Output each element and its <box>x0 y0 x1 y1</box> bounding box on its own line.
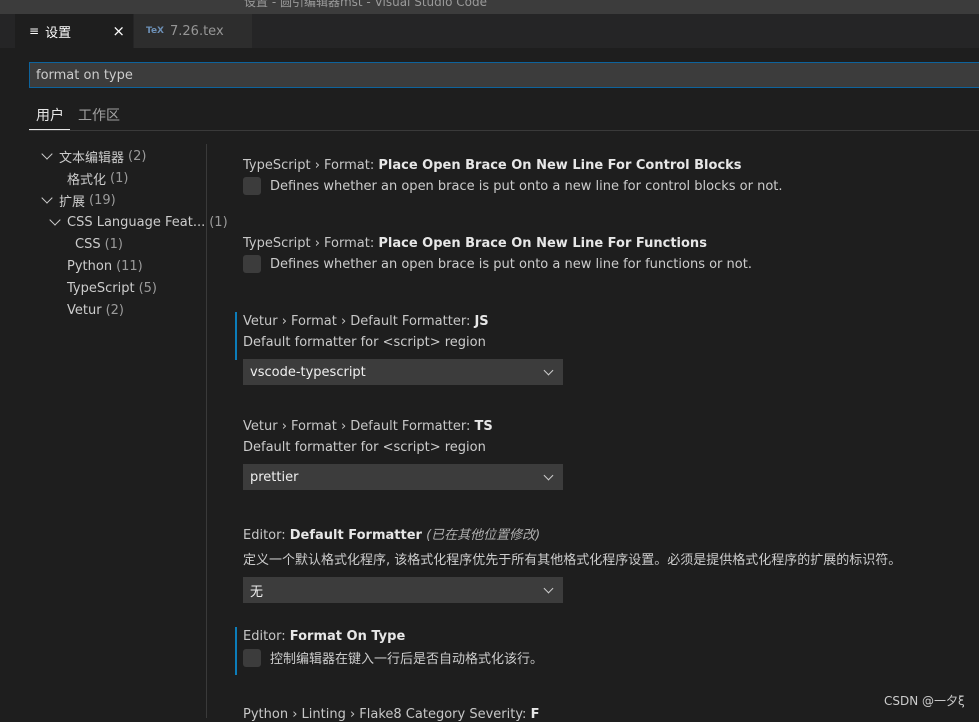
setting-editor-format-on-type: Editor: Format On Type 控制编辑器在键入一行后是否自动格式… <box>235 627 963 675</box>
title-bar: 设置 - 圆引编辑器mst - Visual Studio Code <box>0 0 979 14</box>
setting-ts-brace-control-blocks: TypeScript › Format: Place Open Brace On… <box>243 158 963 195</box>
chevron-down-icon <box>41 148 53 160</box>
close-icon[interactable]: × <box>112 22 125 40</box>
chevron-down-icon <box>543 583 554 594</box>
setting-checkbox-row: Defines whether an open brace is put ont… <box>243 177 963 195</box>
settings-search-box <box>29 62 979 88</box>
toc-item-text-editor[interactable]: 文本编辑器 (2) <box>41 145 147 167</box>
setting-editor-default-formatter: Editor: Default Formatter (已在其他位置修改) 定义一… <box>243 524 963 603</box>
toc-item-label: TypeScript <box>67 280 135 296</box>
setting-description: 控制编辑器在键入一行后是否自动格式化该行。 <box>270 652 544 667</box>
toc-item-label: Vetur <box>67 302 102 318</box>
toc-item-label: 扩展 <box>59 194 86 210</box>
settings-list-icon: ≡ <box>29 24 40 38</box>
chevron-down-icon <box>41 192 53 204</box>
toc-item-count: (11) <box>116 258 143 274</box>
setting-title: Editor: Default Formatter (已在其他位置修改) <box>243 524 963 543</box>
setting-title: Vetur › Format › Default Formatter: JS <box>243 314 963 329</box>
setting-checkbox-row: Defines whether an open brace is put ont… <box>243 255 963 273</box>
toc-item-extensions[interactable]: 扩展 (19) <box>41 189 116 211</box>
setting-checkbox-row: 控制编辑器在键入一行后是否自动格式化该行。 <box>243 648 963 667</box>
setting-name: JS <box>474 314 489 329</box>
setting-category: TypeScript › Format: <box>243 236 379 251</box>
toc-item-formatting[interactable]: 格式化 (1) <box>67 167 128 189</box>
setting-modified-note[interactable]: (已在其他位置修改) <box>426 528 540 543</box>
setting-category: TypeScript › Format: <box>243 158 379 173</box>
toc-item-css[interactable]: CSS (1) <box>75 233 123 255</box>
tab-tex-file-label: 7.26.tex <box>170 23 224 39</box>
setting-title: Vetur › Format › Default Formatter: TS <box>243 419 963 434</box>
tab-settings[interactable]: ≡ 设置 × <box>15 14 133 48</box>
setting-description: 定义一个默认格式化程序, 该格式化程序优先于所有其他格式化程序设置。必须是提供格… <box>243 553 902 568</box>
toc-item-count: (2) <box>105 302 124 318</box>
watermark: CSDN @一夕ξ <box>884 694 965 708</box>
editor-tab-bar: ≡ 设置 × TeX 7.26.tex <box>0 14 979 48</box>
select-value: prettier <box>250 469 299 485</box>
setting-select[interactable]: 无 <box>243 577 563 603</box>
window-title: 设置 - 圆引编辑器mst - Visual Studio Code <box>244 0 487 9</box>
toc-item-count: (5) <box>138 280 157 296</box>
settings-search-input[interactable] <box>30 63 979 87</box>
setting-checkbox[interactable] <box>243 255 261 273</box>
chevron-down-icon <box>49 214 61 226</box>
setting-python-flake8-severity: Python › Linting › Flake8 Category Sever… <box>243 707 963 722</box>
select-value: vscode-typescript <box>250 364 366 380</box>
setting-name: F <box>530 707 540 722</box>
toc-divider <box>206 144 207 718</box>
select-value: 无 <box>250 584 264 600</box>
setting-description: Default formatter for <script> region <box>243 335 486 350</box>
toc-item-label: 格式化 <box>67 172 107 188</box>
toc-item-python[interactable]: Python (11) <box>67 255 143 277</box>
toc-item-label: CSS Language Feat... <box>67 214 206 230</box>
toc-item-label: Python <box>67 258 113 274</box>
setting-title: TypeScript › Format: Place Open Brace On… <box>243 158 963 173</box>
setting-ts-brace-functions: TypeScript › Format: Place Open Brace On… <box>243 236 963 273</box>
setting-name: Default Formatter <box>289 528 422 543</box>
setting-checkbox[interactable] <box>243 648 261 667</box>
setting-vetur-default-formatter-ts: Vetur › Format › Default Formatter: TS D… <box>243 419 963 490</box>
tab-user[interactable]: 用户 <box>29 100 70 130</box>
chevron-down-icon <box>543 470 554 481</box>
setting-title: TypeScript › Format: Place Open Brace On… <box>243 236 963 251</box>
setting-description: Default formatter for <script> region <box>243 440 486 455</box>
chevron-down-icon <box>543 365 554 376</box>
toc-item-count: (1) <box>104 236 124 252</box>
setting-category: Vetur › Format › Default Formatter: <box>243 419 475 434</box>
setting-description: Defines whether an open brace is put ont… <box>270 178 783 194</box>
toc-item-count: (1) <box>209 214 228 230</box>
setting-title: Editor: Format On Type <box>243 629 963 644</box>
setting-category: Python › Linting › Flake8 Category Sever… <box>243 707 531 722</box>
setting-vetur-default-formatter-js: Vetur › Format › Default Formatter: JS D… <box>235 312 963 385</box>
tex-file-icon: TeX <box>146 26 164 36</box>
toc-item-count: (1) <box>110 170 129 186</box>
tab-settings-label: 设置 <box>45 25 72 41</box>
toc-item-count: (2) <box>128 148 147 164</box>
setting-name: Place Open Brace On New Line For Control… <box>378 158 742 173</box>
setting-checkbox[interactable] <box>243 177 261 195</box>
setting-description: Defines whether an open brace is put ont… <box>270 256 752 272</box>
toc-item-count: (19) <box>89 192 116 208</box>
setting-category: Editor: <box>243 528 290 543</box>
toc-item-vetur[interactable]: Vetur (2) <box>67 299 124 321</box>
setting-select[interactable]: vscode-typescript <box>243 359 563 385</box>
tab-workspace[interactable]: 工作区 <box>78 100 138 130</box>
toc-item-label: CSS <box>75 236 101 252</box>
scope-divider <box>29 130 979 131</box>
setting-select[interactable]: prettier <box>243 464 563 490</box>
toc-item-label: 文本编辑器 <box>59 150 125 166</box>
setting-name: TS <box>474 419 493 434</box>
setting-name: Format On Type <box>289 629 406 644</box>
tab-tex-file[interactable]: TeX 7.26.tex <box>134 14 252 48</box>
setting-title: Python › Linting › Flake8 Category Sever… <box>243 707 963 722</box>
setting-category: Vetur › Format › Default Formatter: <box>243 314 475 329</box>
setting-name: Place Open Brace On New Line For Functio… <box>378 236 707 251</box>
setting-category: Editor: <box>243 629 290 644</box>
toc-item-css-language-features[interactable]: CSS Language Feat... (1) <box>49 211 228 233</box>
toc-item-typescript[interactable]: TypeScript (5) <box>67 277 157 299</box>
